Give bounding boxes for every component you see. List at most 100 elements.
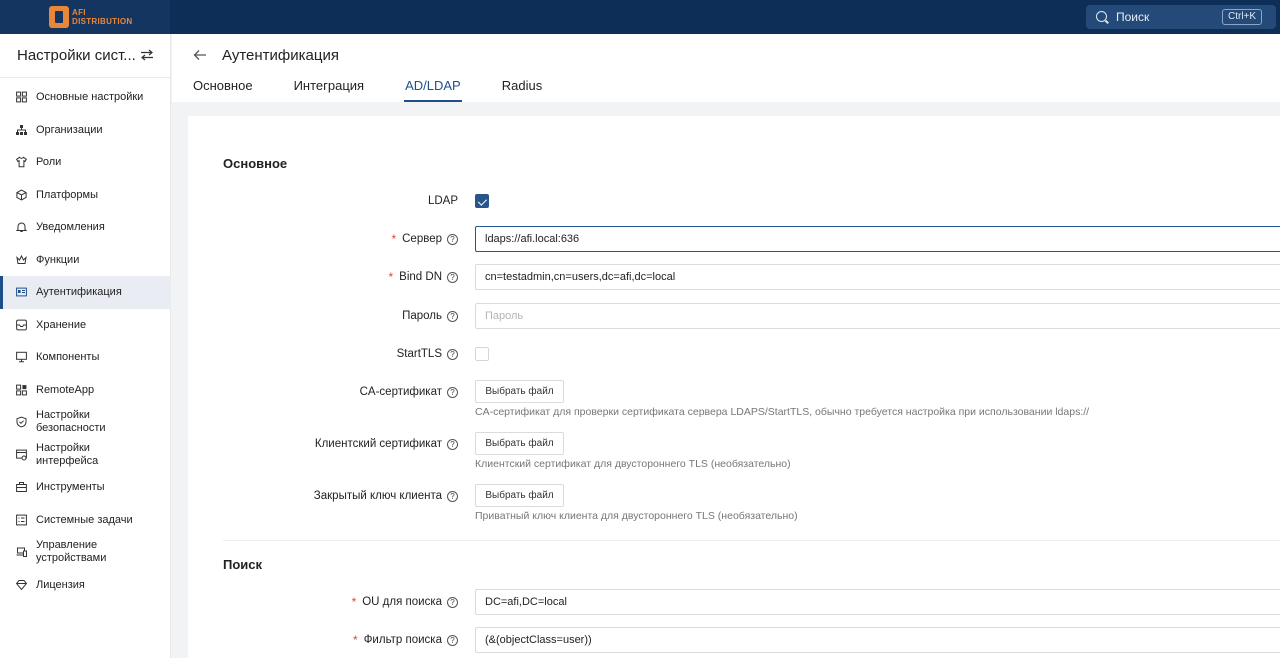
help-icon[interactable]: ? xyxy=(447,438,458,450)
tab-main[interactable]: Основное xyxy=(193,78,253,102)
ou-label: OU для поиска xyxy=(362,596,442,608)
sidebar: Настройки сист... Основные настройки Орг… xyxy=(0,34,171,658)
help-icon[interactable]: ? xyxy=(447,634,458,646)
section-divider xyxy=(223,540,1280,541)
required-marker: * xyxy=(353,633,358,647)
sidebar-item-platforms[interactable]: Платформы xyxy=(0,179,171,212)
help-icon[interactable]: ? xyxy=(447,596,458,608)
cube-icon xyxy=(16,189,27,201)
sidebar-item-label: Лицензия xyxy=(36,578,85,591)
logo-area: AFI DISTRIBUTION xyxy=(0,0,170,34)
logo-text-2: DISTRIBUTION xyxy=(72,17,133,26)
sidebar-item-label: Роли xyxy=(36,156,62,169)
ca-cert-hint: CA-сертификат для проверки сертификата с… xyxy=(475,406,1090,418)
ca-cert-label: CA-сертификат xyxy=(359,386,442,398)
apps-icon xyxy=(16,384,27,396)
sidebar-item-label: Инструменты xyxy=(36,481,105,494)
required-marker: * xyxy=(391,232,397,246)
sidebar-item-security-settings[interactable]: Настройки безопасности xyxy=(0,406,171,439)
sidebar-item-storage[interactable]: Хранение xyxy=(0,309,171,342)
help-icon[interactable]: ? xyxy=(447,490,458,502)
section-title-main: Основное xyxy=(223,156,288,171)
required-marker: * xyxy=(388,270,394,284)
sidebar-item-organizations[interactable]: Организации xyxy=(0,114,171,147)
tab-radius[interactable]: Radius xyxy=(502,78,542,102)
filter-input[interactable] xyxy=(475,627,1280,653)
tab-ad-ldap[interactable]: AD/LDAP xyxy=(404,78,462,102)
help-icon[interactable]: ? xyxy=(447,233,458,245)
client-cert-file-button[interactable]: Выбрать файл xyxy=(475,432,564,455)
client-key-label: Закрытый ключ клиента xyxy=(313,490,442,502)
help-icon[interactable]: ? xyxy=(447,386,458,398)
server-input[interactable] xyxy=(475,226,1280,252)
sidebar-title: Настройки сист... xyxy=(17,47,136,64)
ca-cert-file-button[interactable]: Выбрать файл xyxy=(475,380,564,403)
devices-icon xyxy=(16,547,27,558)
sidebar-item-label: Настройки интерфейса xyxy=(36,441,99,467)
shield-icon xyxy=(16,416,27,428)
search-icon xyxy=(1096,11,1107,22)
bell-icon xyxy=(16,222,27,233)
logo-text-1: AFI xyxy=(72,8,86,17)
sidebar-item-roles[interactable]: Роли xyxy=(0,146,171,179)
help-icon[interactable]: ? xyxy=(447,348,458,360)
sidebar-item-basic-settings[interactable]: Основные настройки xyxy=(0,81,171,114)
sidebar-nav: Основные настройки Организации Роли Плат… xyxy=(0,81,171,601)
sidebar-item-label: Основные настройки xyxy=(36,91,144,104)
sidebar-item-components[interactable]: Компоненты xyxy=(0,341,171,374)
sidebar-item-functions[interactable]: Функции xyxy=(0,244,171,277)
help-icon[interactable]: ? xyxy=(447,310,458,322)
sidebar-item-label: Управление устройствами xyxy=(36,539,107,565)
bind-dn-label: Bind DN xyxy=(399,271,442,283)
sidebar-item-device-management[interactable]: Управление устройствами xyxy=(0,536,171,569)
sidebar-item-license[interactable]: Лицензия xyxy=(0,569,171,602)
sidebar-item-remoteapp[interactable]: RemoteApp xyxy=(0,374,171,407)
tab-bar: Основное Интеграция AD/LDAP Radius xyxy=(193,78,583,102)
ldap-label: LDAP xyxy=(427,195,458,207)
tasks-icon xyxy=(16,514,27,526)
client-cert-label: Клиентский сертификат xyxy=(314,438,442,450)
back-arrow-icon[interactable] xyxy=(193,49,207,61)
help-icon[interactable]: ? xyxy=(447,271,458,283)
top-bar: AFI DISTRIBUTION Поиск Ctrl+K xyxy=(0,0,1280,34)
org-icon xyxy=(16,124,27,135)
sidebar-item-interface-settings[interactable]: Настройки интерфейса xyxy=(0,439,171,472)
password-label: Пароль xyxy=(402,310,442,322)
swap-icon[interactable] xyxy=(140,49,154,61)
sidebar-item-label: RemoteApp xyxy=(36,383,95,396)
sidebar-header: Настройки сист... xyxy=(0,34,171,78)
starttls-checkbox[interactable] xyxy=(475,347,489,361)
interface-icon xyxy=(16,449,27,461)
section-title-search: Поиск xyxy=(223,557,263,572)
filter-label: Фильтр поиска xyxy=(363,634,442,646)
sidebar-item-tools[interactable]: Инструменты xyxy=(0,471,171,504)
ldap-settings-card: Основное LDAP * Сервер ? * Bind DN ? Пар… xyxy=(188,116,1280,658)
sidebar-item-label: Платформы xyxy=(36,188,98,201)
ldap-checkbox[interactable] xyxy=(475,194,489,208)
sidebar-item-system-tasks[interactable]: Системные задачи xyxy=(0,504,171,537)
sidebar-item-notifications[interactable]: Уведомления xyxy=(0,211,171,244)
sidebar-item-label: Настройки безопасности xyxy=(36,409,106,435)
search-shortcut-badge: Ctrl+K xyxy=(1222,9,1263,25)
tab-integration[interactable]: Интеграция xyxy=(294,78,365,102)
search-box[interactable]: Поиск Ctrl+K xyxy=(1086,5,1276,29)
client-key-hint: Приватный ключ клиента для двустороннего… xyxy=(475,510,798,522)
required-marker: * xyxy=(351,595,357,609)
sidebar-item-authentication[interactable]: Аутентификация xyxy=(0,276,171,309)
client-key-file-button[interactable]: Выбрать файл xyxy=(475,484,564,507)
page-title: Аутентификация xyxy=(222,47,339,64)
bind-dn-input[interactable] xyxy=(475,264,1280,290)
shirt-icon xyxy=(16,156,27,168)
logo[interactable]: AFI DISTRIBUTION xyxy=(49,6,133,28)
sidebar-item-label: Функции xyxy=(36,253,80,266)
crown-icon xyxy=(16,254,27,264)
sidebar-item-label: Аутентификация xyxy=(36,286,122,299)
sidebar-item-label: Системные задачи xyxy=(36,513,133,526)
ou-input[interactable] xyxy=(475,589,1280,615)
grid-icon xyxy=(16,91,27,103)
toolbox-icon xyxy=(16,482,27,493)
password-input[interactable] xyxy=(475,303,1280,329)
content-header: Аутентификация Основное Интеграция AD/LD… xyxy=(172,34,1280,102)
sidebar-item-label: Уведомления xyxy=(36,221,105,234)
sidebar-item-label: Компоненты xyxy=(36,351,100,364)
